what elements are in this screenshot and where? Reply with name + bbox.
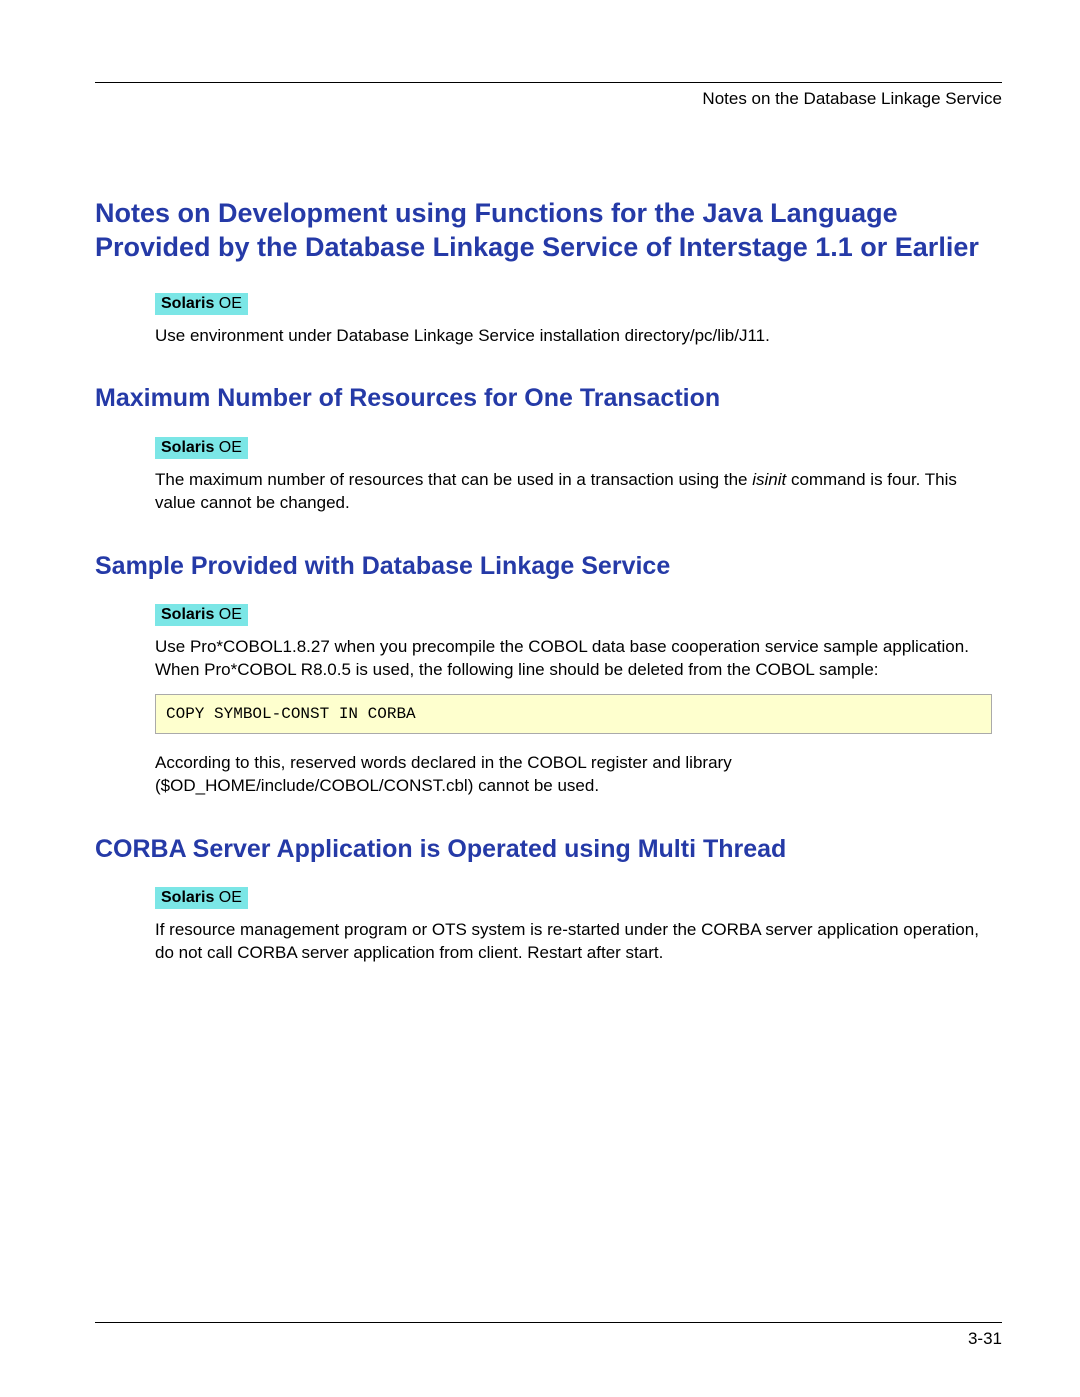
page-footer: 3-31 [95, 1322, 1002, 1349]
section-1-text: Use environment under Database Linkage S… [155, 325, 992, 348]
isinit-command: isinit [752, 470, 786, 489]
solaris-oe-badge: Solaris OE [155, 887, 248, 909]
page-header: Notes on the Database Linkage Service [95, 82, 1002, 109]
section-4-text: If resource management program or OTS sy… [155, 919, 992, 965]
solaris-oe-badge: Solaris OE [155, 604, 248, 626]
heading-max-resources: Maximum Number of Resources for One Tran… [95, 383, 1002, 414]
section-2-text: The maximum number of resources that can… [155, 469, 992, 515]
heading-java-language-notes: Notes on Development using Functions for… [95, 197, 1002, 265]
section-3-text-2: According to this, reserved words declar… [155, 752, 992, 798]
heading-corba-multithread: CORBA Server Application is Operated usi… [95, 834, 1002, 865]
section-4-body: Solaris OE If resource management progra… [155, 887, 992, 965]
page-number: 3-31 [968, 1329, 1002, 1348]
solaris-oe-badge: Solaris OE [155, 293, 248, 315]
heading-sample-provided: Sample Provided with Database Linkage Se… [95, 551, 1002, 582]
page-content: Notes on the Database Linkage Service No… [95, 82, 1002, 1337]
header-right-text: Notes on the Database Linkage Service [702, 89, 1002, 108]
code-sample: COPY SYMBOL-CONST IN CORBA [155, 694, 992, 734]
section-3-body: Solaris OE Use Pro*COBOL1.8.27 when you … [155, 604, 992, 798]
section-1-body: Solaris OE Use environment under Databas… [155, 293, 992, 348]
text-fragment: The maximum number of resources that can… [155, 470, 752, 489]
section-2-body: Solaris OE The maximum number of resourc… [155, 437, 992, 515]
solaris-oe-badge: Solaris OE [155, 437, 248, 459]
section-3-text-1: Use Pro*COBOL1.8.27 when you precompile … [155, 636, 992, 682]
